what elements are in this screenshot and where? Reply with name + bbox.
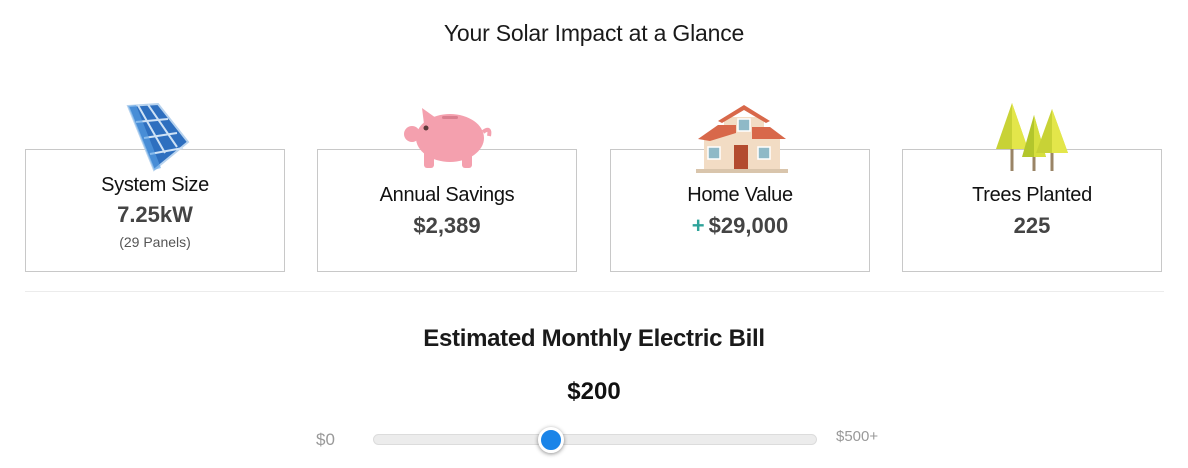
panel-count: (29 Panels) xyxy=(119,234,191,250)
house-icon xyxy=(696,103,788,178)
bill-slider-track[interactable] xyxy=(373,434,817,445)
home-value-amount: $29,000 xyxy=(708,213,789,238)
piggy-bank-icon xyxy=(402,104,494,177)
home-value-value: + $29,000 xyxy=(611,213,869,239)
trees-planted-value: 225 xyxy=(1013,213,1051,238)
section-divider xyxy=(25,291,1164,292)
plus-sign: + xyxy=(691,213,705,238)
system-size-value: 7.25kW xyxy=(117,202,193,227)
home-value-label: Home Value xyxy=(687,184,793,206)
bill-slider-thumb[interactable] xyxy=(537,427,564,453)
annual-savings-value: $2,389 xyxy=(413,213,481,238)
bill-value: $200 xyxy=(567,378,621,405)
trees-icon xyxy=(994,101,1074,178)
page-title: Your Solar Impact at a Glance xyxy=(443,20,745,46)
annual-savings-label: Annual Savings xyxy=(379,184,515,206)
solar-panel-icon xyxy=(114,102,192,179)
slider-max-label: $500+ xyxy=(836,428,879,445)
bill-title: Estimated Monthly Electric Bill xyxy=(423,325,765,352)
trees-planted-label: Trees Planted xyxy=(972,184,1092,206)
slider-min-label: $0 xyxy=(316,430,335,449)
